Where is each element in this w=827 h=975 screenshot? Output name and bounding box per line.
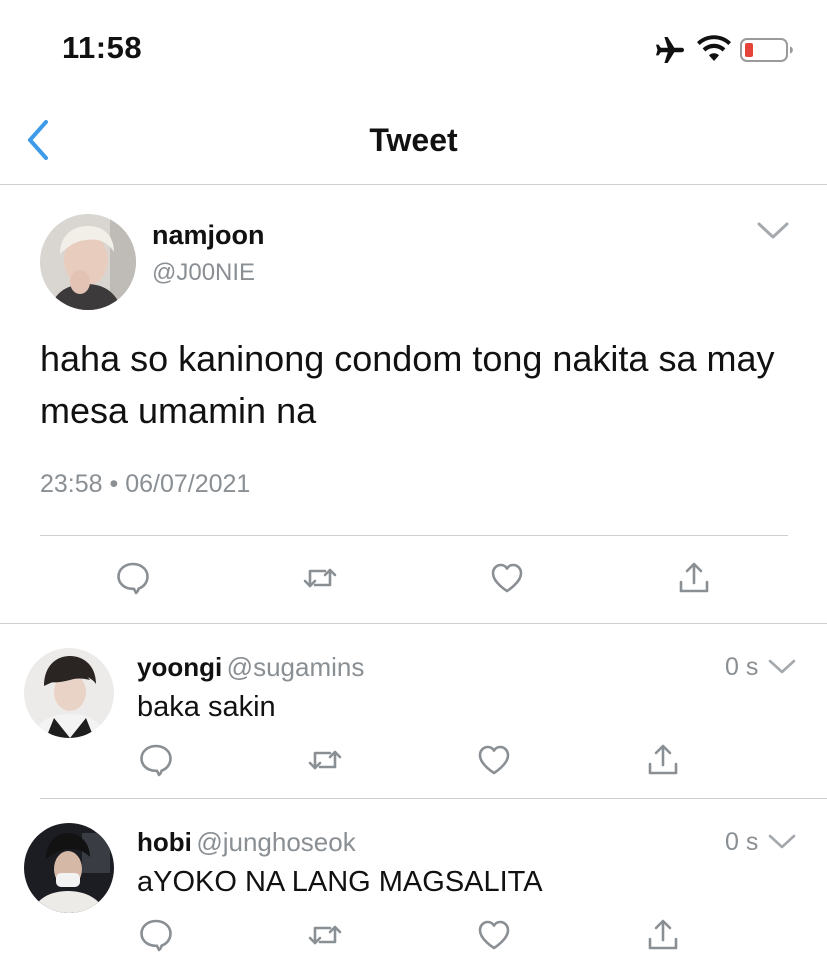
retweet-icon[interactable] xyxy=(307,917,343,953)
avatar[interactable] xyxy=(24,823,114,913)
chevron-down-icon[interactable] xyxy=(756,220,790,242)
author-name[interactable]: namjoon xyxy=(152,220,265,251)
tweet-timestamp: 23:58 • 06/07/2021 xyxy=(40,470,251,498)
retweet-icon[interactable] xyxy=(302,560,338,596)
share-icon[interactable] xyxy=(676,560,712,596)
reply-tweet[interactable]: yoongi @sugamins 0 s baka sakin xyxy=(0,624,827,798)
share-icon[interactable] xyxy=(645,742,681,778)
tweet-text: haha so kaninong condom tong nakita sa m… xyxy=(40,338,775,431)
battery-icon xyxy=(740,37,794,63)
tweet-time: 0 s xyxy=(725,653,759,681)
reply-icon[interactable] xyxy=(138,917,174,953)
chevron-down-icon[interactable] xyxy=(768,833,796,851)
reply-text: aYOKO NA LANG MAGSALITA xyxy=(137,866,543,898)
share-icon[interactable] xyxy=(645,917,681,953)
airplane-icon xyxy=(654,35,686,65)
reply-text: baka sakin xyxy=(137,691,276,723)
author-name[interactable]: yoongi xyxy=(137,652,222,682)
divider xyxy=(40,535,788,536)
like-icon[interactable] xyxy=(476,742,512,778)
reply-icon[interactable] xyxy=(138,742,174,778)
reply-tweet[interactable]: hobi @junghoseok 0 s aYOKO NA LANG MAGSA… xyxy=(0,799,827,975)
like-icon[interactable] xyxy=(489,560,525,596)
wifi-icon xyxy=(697,35,731,63)
avatar[interactable] xyxy=(24,648,114,738)
author-handle[interactable]: @sugamins xyxy=(227,652,365,682)
divider xyxy=(0,184,827,185)
status-time: 11:58 xyxy=(62,30,143,65)
author-handle[interactable]: @J00NIE xyxy=(152,259,255,287)
author-name[interactable]: hobi xyxy=(137,827,192,857)
retweet-icon[interactable] xyxy=(307,742,343,778)
chevron-down-icon[interactable] xyxy=(768,658,796,676)
avatar[interactable] xyxy=(40,214,136,310)
reply-icon[interactable] xyxy=(115,560,151,596)
tweet-time: 0 s xyxy=(725,828,759,856)
author-handle[interactable]: @junghoseok xyxy=(196,827,355,857)
page-title: Tweet xyxy=(369,122,458,158)
like-icon[interactable] xyxy=(476,917,512,953)
